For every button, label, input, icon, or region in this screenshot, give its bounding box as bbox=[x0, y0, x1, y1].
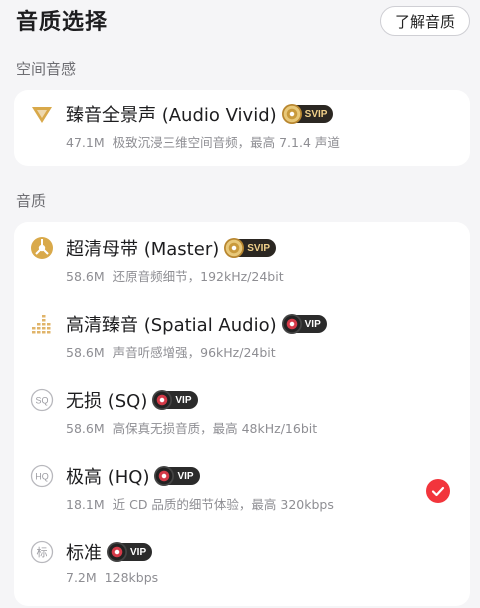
header: 音质选择 了解音质 bbox=[0, 0, 480, 46]
option-title: 高清臻音 (Spatial Audio) VIP bbox=[66, 311, 327, 337]
hq-circle-icon: HQ bbox=[30, 464, 54, 488]
svg-text:标: 标 bbox=[37, 545, 48, 559]
svip-badge: SVIP bbox=[281, 104, 334, 124]
svg-text:SQ: SQ bbox=[35, 396, 48, 406]
option-title: 超清母带 (Master) SVIP bbox=[66, 235, 277, 261]
vip-badge: VIP bbox=[107, 542, 153, 562]
learn-quality-button[interactable]: 了解音质 bbox=[379, 6, 470, 36]
quality-option-master[interactable]: 超清母带 (Master) SVIP 58.6M 还原音频细节，192kHz/24… bbox=[14, 224, 470, 300]
quality-card: 超清母带 (Master) SVIP 58.6M 还原音频细节，192kHz/24… bbox=[14, 222, 470, 606]
option-title: 极高 (HQ) VIP bbox=[66, 463, 200, 489]
quality-option-hq[interactable]: HQ 极高 (HQ) VIP 18.1M 近 CD 品质的细节体验，最高 320k… bbox=[14, 452, 470, 528]
equalizer-bars-icon bbox=[30, 312, 54, 336]
quality-option-spatial-audio[interactable]: 高清臻音 (Spatial Audio) VIP 58.6M 声音听感增强，96k… bbox=[14, 300, 470, 376]
vinyl-disc-icon bbox=[281, 104, 302, 124]
svip-badge: SVIP bbox=[224, 238, 277, 258]
section-label-quality: 音质 bbox=[16, 192, 47, 210]
sq-circle-icon: SQ bbox=[30, 388, 54, 412]
section-label-spatial: 空间音感 bbox=[16, 60, 77, 78]
vip-badge: VIP bbox=[152, 390, 198, 410]
option-title: 标准 VIP bbox=[66, 539, 153, 565]
quality-option-standard[interactable]: 标 标准 VIP 7.2M 128kbps bbox=[14, 528, 470, 604]
option-title: 无损 (SQ) VIP bbox=[66, 387, 198, 413]
spatial-card: 臻音全景声 (Audio Vivid) SVIP 47.1M 极致沉浸三维空间音频… bbox=[14, 90, 470, 166]
vinyl-disc-icon bbox=[224, 238, 245, 258]
vinyl-disc-icon bbox=[152, 390, 173, 410]
standard-circle-icon: 标 bbox=[30, 540, 54, 564]
vinyl-disc-icon bbox=[281, 314, 302, 334]
quality-option-audio-vivid[interactable]: 臻音全景声 (Audio Vivid) SVIP 47.1M 极致沉浸三维空间音频… bbox=[14, 90, 470, 166]
quality-option-sq[interactable]: SQ 无损 (SQ) VIP 58.6M 高保真无损音质，最高 48kHz/16b… bbox=[14, 376, 470, 452]
option-title: 臻音全景声 (Audio Vivid) SVIP bbox=[66, 101, 334, 127]
option-description: 58.6M 高保真无损音质，最高 48kHz/16bit bbox=[66, 421, 318, 436]
vivid-triangle-icon bbox=[30, 102, 54, 126]
page-title: 音质选择 bbox=[16, 10, 109, 35]
master-disc-icon bbox=[30, 236, 54, 260]
vip-badge: VIP bbox=[281, 314, 327, 334]
option-description: 58.6M 声音听感增强，96kHz/24bit bbox=[66, 345, 276, 360]
vinyl-disc-icon bbox=[107, 542, 127, 562]
option-description: 58.6M 还原音频细节，192kHz/24bit bbox=[66, 269, 284, 284]
selected-check-icon bbox=[426, 479, 450, 503]
option-description: 18.1M 近 CD 品质的细节体验，最高 320kbps bbox=[66, 497, 334, 512]
svg-text:HQ: HQ bbox=[35, 472, 49, 482]
vip-badge: VIP bbox=[154, 466, 200, 486]
option-description: 47.1M 极致沉浸三维空间音频，最高 7.1.4 声道 bbox=[66, 135, 340, 150]
option-description: 7.2M 128kbps bbox=[66, 570, 159, 585]
vinyl-disc-icon bbox=[154, 466, 175, 486]
